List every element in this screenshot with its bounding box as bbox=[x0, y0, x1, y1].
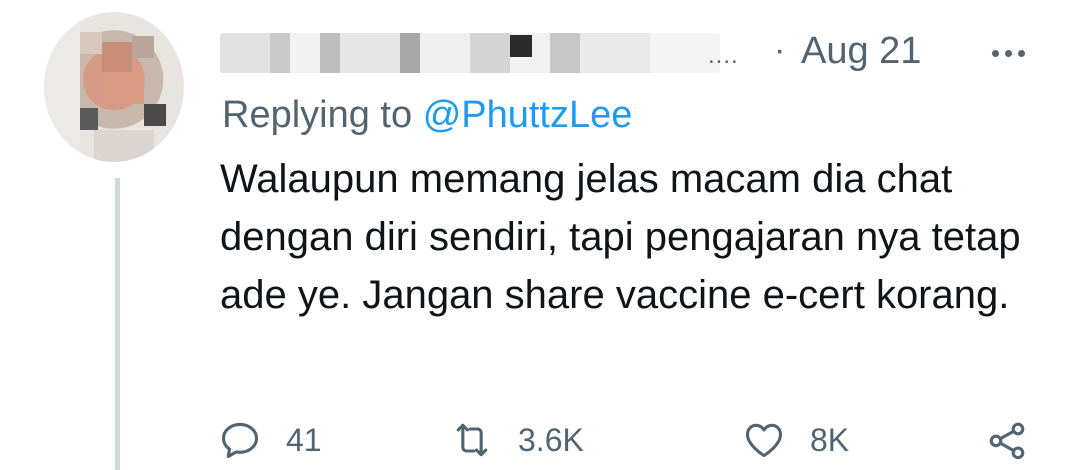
replying-to: Replying to @PhuttzLee bbox=[222, 94, 632, 137]
more-horizontal-icon-dot bbox=[1004, 49, 1012, 57]
redaction-mark bbox=[220, 33, 720, 73]
replying-to-label: Replying to bbox=[222, 94, 413, 136]
heart-icon bbox=[745, 423, 783, 458]
retweet-icon bbox=[456, 423, 488, 457]
reply-button[interactable]: 41 bbox=[218, 412, 322, 468]
retweet-count: 3.6K bbox=[518, 421, 584, 458]
share-button[interactable] bbox=[985, 412, 1029, 468]
more-horizontal-icon-dot bbox=[1017, 49, 1025, 57]
share-icon bbox=[989, 422, 1025, 460]
like-count: 8K bbox=[810, 421, 850, 458]
reply-icon bbox=[221, 422, 259, 459]
name-truncation-ellipsis: .... bbox=[708, 42, 739, 69]
reply-count: 41 bbox=[286, 421, 322, 458]
retweet-button[interactable]: 3.6K bbox=[450, 412, 584, 468]
tweet-date[interactable]: Aug 21 bbox=[801, 30, 921, 73]
meta-separator: · bbox=[774, 31, 786, 69]
reply-handle-link[interactable]: @PhuttzLee bbox=[423, 94, 633, 136]
tweet: .... · Aug 21 Replying to @PhuttzLee Wal… bbox=[0, 0, 1080, 470]
avatar[interactable] bbox=[44, 12, 184, 162]
more-options-button[interactable] bbox=[984, 33, 1032, 73]
tweet-actions: 41 3.6K 8K bbox=[0, 412, 1080, 468]
more-horizontal-icon bbox=[991, 49, 999, 57]
like-button[interactable]: 8K bbox=[742, 412, 849, 468]
tweet-text: Walaupun memang jelas macam dia chat den… bbox=[220, 157, 1021, 317]
